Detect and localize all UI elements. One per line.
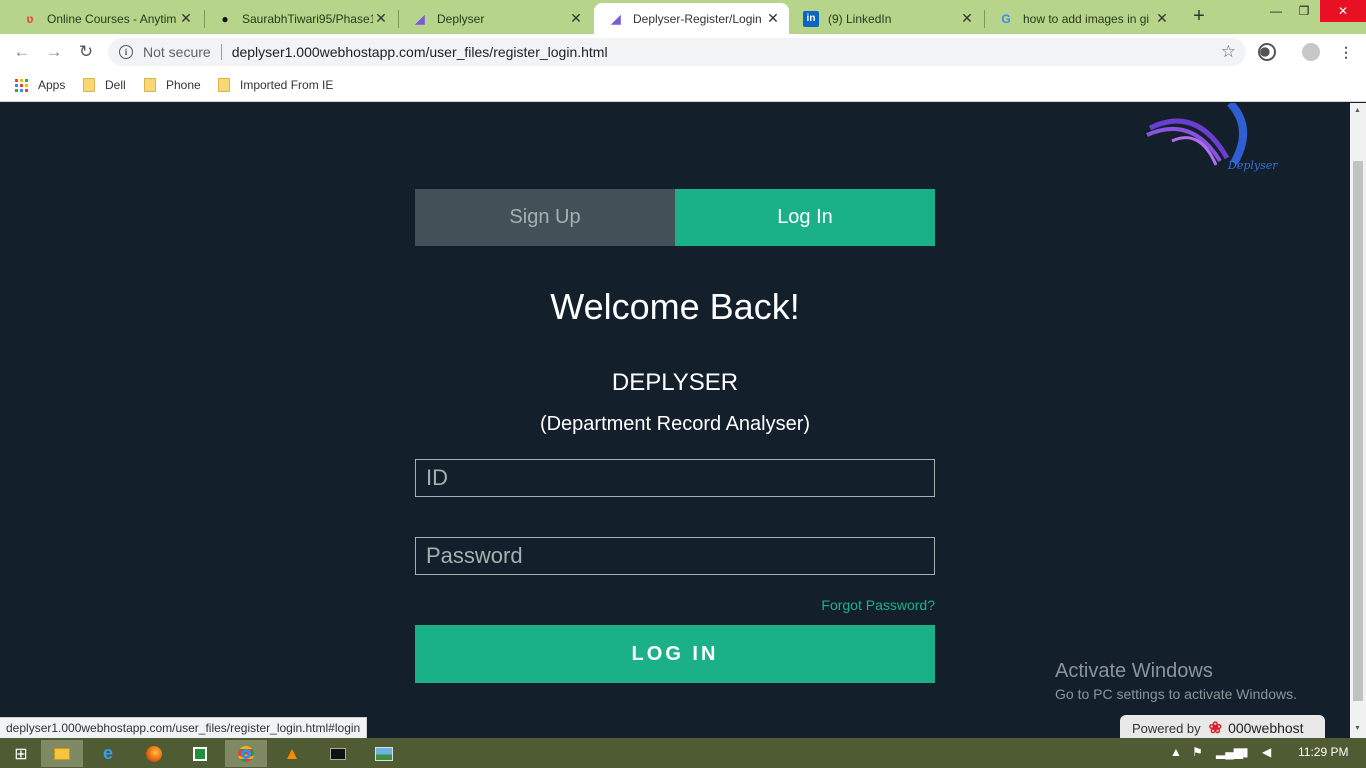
app-subtitle: (Department Record Analyser) — [539, 413, 811, 435]
action-center-flag-icon[interactable]: ⚑ — [1192, 745, 1203, 759]
restore-window-button[interactable]: ❐ — [1288, 0, 1320, 22]
file-explorer-icon[interactable] — [41, 740, 83, 767]
tab-signup[interactable]: Sign Up — [415, 189, 675, 246]
firefox-icon[interactable] — [133, 740, 175, 767]
close-tab-icon[interactable]: ✕ — [568, 10, 584, 27]
scrollbar-thumb[interactable] — [1353, 161, 1363, 701]
bookmark-label: Imported From IE — [240, 78, 334, 92]
address-divider — [220, 44, 222, 60]
id-input[interactable] — [415, 459, 935, 497]
tab-title: how to add images in gi — [1023, 11, 1150, 26]
bookmark-star-icon[interactable]: ☆ — [1221, 42, 1236, 62]
logo-text: Deplyser — [1228, 159, 1278, 172]
close-tab-icon[interactable]: ✕ — [178, 10, 194, 27]
folder-icon — [83, 78, 95, 92]
powered-brand: 000webhost — [1228, 720, 1304, 736]
browser-tab-strip: ʋ Online Courses - Anytim ✕ ● SaurabhTiw… — [0, 0, 1366, 34]
tab-title: Deplyser-Register/Login — [633, 11, 762, 26]
internet-explorer-icon[interactable]: e — [87, 740, 129, 767]
tab-title: Online Courses - Anytim — [47, 11, 177, 26]
security-label: Not secure — [143, 44, 211, 60]
close-tab-icon[interactable]: ✕ — [1154, 10, 1170, 27]
browser-tab-deplyser-register-login[interactable]: ◢ Deplyser-Register/Login ✕ — [594, 3, 789, 34]
password-input[interactable] — [415, 537, 935, 575]
status-bar-url: deplyser1.000webhostapp.com/user_files/r… — [0, 717, 368, 739]
bookmark-phone[interactable]: Phone — [144, 78, 201, 92]
cmd-icon[interactable] — [317, 740, 359, 767]
tab-title: (9) LinkedIn — [828, 11, 892, 26]
page-title: Welcome Back! — [550, 286, 800, 327]
profile-avatar-icon[interactable] — [1302, 43, 1320, 61]
tab-title: SaurabhTiwari95/Phase1 — [242, 11, 373, 26]
network-signal-icon[interactable]: ▂▄▆ — [1216, 745, 1243, 759]
tab-login[interactable]: Log In — [675, 189, 935, 246]
login-button[interactable]: LOG IN — [415, 625, 935, 683]
scroll-down-arrow-icon[interactable]: ▼ — [1354, 725, 1361, 732]
apps-grid-icon — [15, 78, 28, 92]
address-bar[interactable]: i Not secure deplyser1.000webhostapp.com… — [108, 38, 1246, 66]
vlc-icon[interactable]: ▲ — [271, 740, 313, 767]
github-icon: ● — [221, 11, 229, 26]
bookmark-label: Dell — [105, 78, 126, 92]
browser-toolbar: ← → ↻ i Not secure deplyser1.000webhosta… — [0, 34, 1366, 70]
bookmark-imported-from-ie[interactable]: Imported From IE — [218, 78, 333, 92]
deplyser-icon: ◢ — [415, 11, 425, 26]
linkedin-icon: in — [803, 10, 819, 27]
reload-icon[interactable]: ↻ — [76, 42, 96, 62]
folder-icon — [144, 78, 156, 92]
back-arrow-icon[interactable]: ← — [12, 42, 32, 62]
tab-title: Deplyser — [437, 11, 485, 26]
webhost-logo-icon: ❀ — [1208, 720, 1223, 737]
browser-tab-google-search[interactable]: G how to add images in gi ✕ — [984, 3, 1178, 34]
clock[interactable]: 11:29 PM — [1298, 745, 1348, 759]
scroll-up-arrow-icon[interactable]: ▲ — [1354, 107, 1361, 114]
windows-start-icon[interactable]: ⊞ — [0, 740, 42, 767]
bookmark-apps[interactable]: Apps — [15, 78, 65, 92]
menu-kebab-icon[interactable]: ⋮ — [1336, 42, 1356, 62]
browser-tab-github[interactable]: ● SaurabhTiwari95/Phase1 ✕ — [203, 3, 397, 34]
udemy-icon: ʋ — [26, 11, 34, 26]
tray-chevron-up-icon[interactable]: ▲ — [1170, 745, 1182, 759]
chrome-icon[interactable] — [225, 740, 267, 767]
windows-taskbar: ⊞ e ▲ ▲ ⚑ ▂▄▆ ▮ ◀ 11:29 PM — [0, 738, 1366, 768]
image-viewer-icon[interactable] — [363, 740, 405, 767]
bookmark-dell[interactable]: Dell — [83, 78, 126, 92]
extension-icon[interactable] — [1258, 43, 1276, 61]
browser-tab-deplyser[interactable]: ◢ Deplyser ✕ — [398, 3, 592, 34]
new-tab-button[interactable]: + — [1189, 6, 1209, 27]
bookmark-label: Phone — [166, 78, 201, 92]
google-icon: G — [1001, 11, 1011, 26]
close-window-button[interactable]: ✕ — [1320, 0, 1366, 22]
activate-windows-subtitle: Go to PC settings to activate Windows. — [1055, 686, 1297, 702]
volume-icon[interactable]: ◀ — [1262, 745, 1271, 759]
forward-arrow-icon[interactable]: → — [44, 42, 64, 62]
excel-icon[interactable] — [179, 740, 221, 767]
powered-by-label: Powered by — [1132, 720, 1201, 736]
page-scrollbar[interactable]: ▲ ▼ — [1350, 103, 1366, 738]
deplyser-icon: ◢ — [611, 11, 621, 26]
battery-icon[interactable]: ▮ — [1242, 745, 1249, 759]
folder-icon — [218, 78, 230, 92]
info-icon[interactable]: i — [119, 45, 133, 59]
browser-tab-linkedin[interactable]: in (9) LinkedIn ✕ — [789, 3, 983, 34]
app-name: DEPLYSER — [611, 369, 739, 396]
forgot-password-link[interactable]: Forgot Password? — [715, 597, 935, 613]
browser-tab-online-courses[interactable]: ʋ Online Courses - Anytim ✕ — [8, 3, 202, 34]
activate-windows-title: Activate Windows — [1055, 660, 1213, 682]
close-tab-icon[interactable]: ✕ — [959, 10, 975, 27]
bookmark-label: Apps — [38, 78, 66, 92]
login-page: Deplyser Sign Up Log In Welcome Back! DE… — [0, 103, 1350, 738]
url-text[interactable]: deplyser1.000webhostapp.com/user_files/r… — [232, 44, 608, 60]
close-tab-icon[interactable]: ✕ — [373, 10, 389, 27]
close-tab-icon[interactable]: ✕ — [765, 10, 781, 27]
bookmarks-bar: Apps Dell Phone Imported From IE — [0, 70, 1366, 102]
